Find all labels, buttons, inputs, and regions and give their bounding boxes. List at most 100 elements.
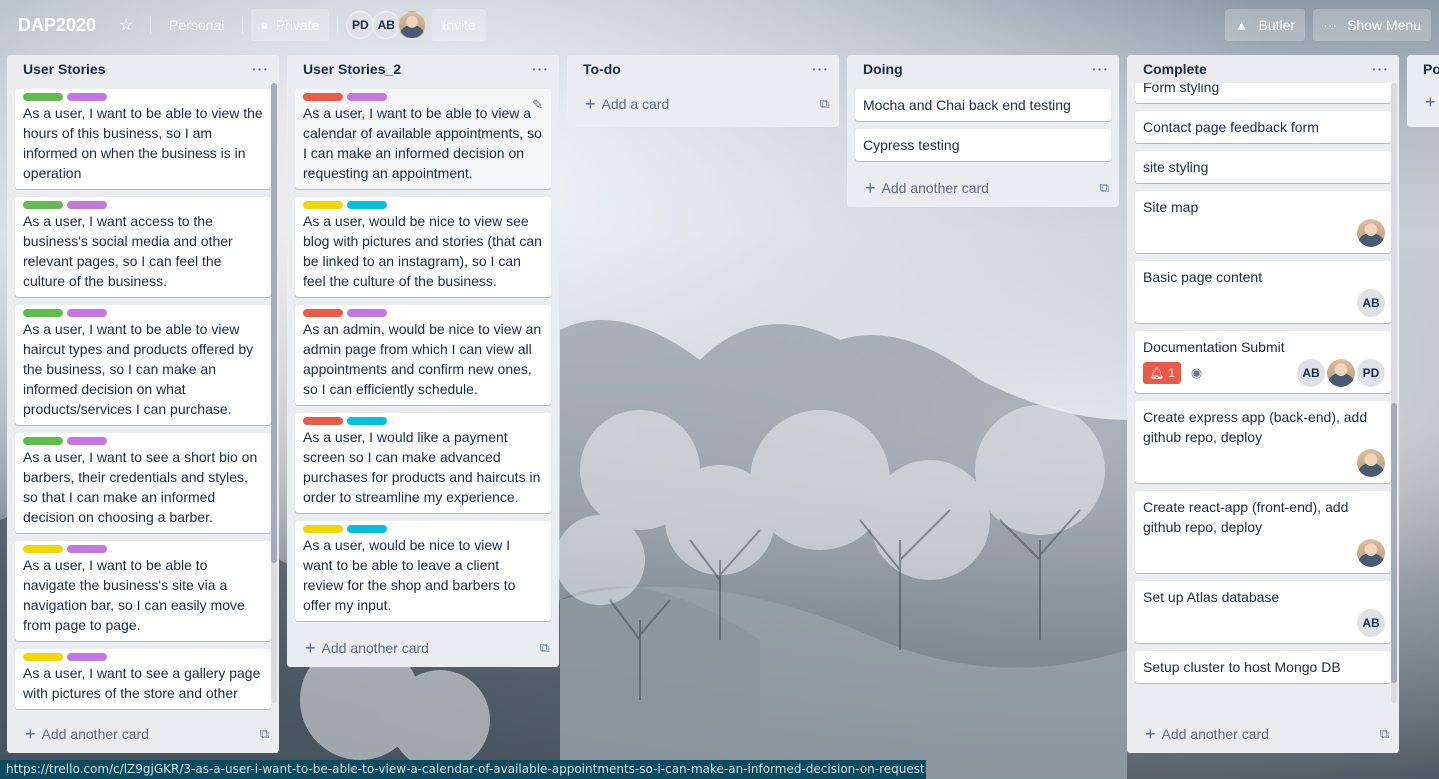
member-avatar[interactable]: PD: [1357, 359, 1385, 387]
card[interactable]: As a user, I want to be able to navigate…: [15, 541, 271, 641]
template-icon[interactable]: ⧉: [540, 640, 549, 656]
list-menu-icon[interactable]: ···: [1092, 61, 1109, 77]
card[interactable]: Set up Atlas database AB: [1135, 581, 1391, 643]
add-card-button[interactable]: + Add a card ⧉: [567, 85, 839, 123]
add-card-button[interactable]: + Add another card ⧉: [1127, 715, 1399, 753]
card[interactable]: As a user, I would like a payment screen…: [295, 413, 551, 513]
list-scrollbar[interactable]: [1391, 83, 1397, 703]
add-card-button[interactable]: + Add another card ⧉: [7, 715, 279, 753]
add-card-button[interactable]: +: [1407, 83, 1439, 121]
list-title[interactable]: To-do: [583, 61, 621, 77]
board-title[interactable]: DAP2020: [10, 9, 104, 42]
add-card-button[interactable]: + Add another card ⧉: [287, 629, 559, 667]
list-menu-icon[interactable]: ···: [532, 61, 549, 77]
label-purple[interactable]: [67, 93, 107, 101]
scrollbar-thumb[interactable]: [271, 83, 277, 563]
label-purple[interactable]: [347, 309, 387, 317]
card-list[interactable]: ✎ As a user, I want to be able to view a…: [287, 83, 559, 629]
list-header[interactable]: To-do ···: [567, 55, 839, 83]
label-red[interactable]: [303, 309, 343, 317]
member-avatar[interactable]: AB: [1297, 359, 1325, 387]
card-list[interactable]: Mocha and Chai back end testing Cypress …: [847, 83, 1119, 169]
card[interactable]: As a user, I want access to the business…: [15, 197, 271, 297]
label-green[interactable]: [23, 309, 63, 317]
list-title[interactable]: Po: [1423, 61, 1439, 77]
list-scrollbar[interactable]: [271, 83, 277, 703]
butler-button[interactable]: ▲ Butler: [1224, 9, 1306, 41]
member-avatar-photo[interactable]: [1357, 219, 1385, 247]
member-avatar[interactable]: PD: [346, 11, 375, 39]
label-yellow[interactable]: [23, 545, 63, 553]
card[interactable]: Mocha and Chai back end testing: [855, 89, 1111, 121]
member-avatar[interactable]: AB: [1357, 289, 1385, 317]
card[interactable]: ✎ As a user, I want to be able to view a…: [295, 89, 551, 189]
card[interactable]: As a user, I want to see a short bio on …: [15, 433, 271, 533]
visibility-button[interactable]: 🔒︎ Private: [251, 9, 330, 41]
list-header[interactable]: Complete ···: [1127, 55, 1399, 83]
label-red[interactable]: [303, 93, 343, 101]
label-yellow[interactable]: [303, 525, 343, 533]
label-green[interactable]: [23, 437, 63, 445]
card[interactable]: As a user, would be nice to view see blo…: [295, 197, 551, 297]
label-green[interactable]: [23, 201, 63, 209]
card[interactable]: Form styling: [1135, 83, 1391, 103]
card[interactable]: As a user, I want to see a gallery page …: [15, 649, 271, 709]
list-menu-icon[interactable]: ···: [252, 61, 269, 77]
member-avatar-photo[interactable]: [398, 11, 427, 39]
add-card-button[interactable]: + Add another card ⧉: [847, 169, 1119, 207]
list-header[interactable]: User Stories ···: [7, 55, 279, 83]
list-header[interactable]: Doing ···: [847, 55, 1119, 83]
workspace-button[interactable]: Personal: [159, 9, 234, 41]
list-title[interactable]: Complete: [1143, 61, 1207, 77]
card[interactable]: Site map: [1135, 191, 1391, 253]
list-menu-icon[interactable]: ···: [1372, 61, 1389, 77]
list-header[interactable]: User Stories_2 ···: [287, 55, 559, 83]
label-purple[interactable]: [67, 545, 107, 553]
card[interactable]: site styling: [1135, 151, 1391, 183]
label-purple[interactable]: [67, 201, 107, 209]
card[interactable]: Contact page feedback form: [1135, 111, 1391, 143]
card[interactable]: As a user, I want to be able to view hai…: [15, 305, 271, 425]
card-list[interactable]: As a user, I want to be able to view the…: [7, 83, 279, 715]
list-menu-icon[interactable]: ···: [812, 61, 829, 77]
label-yellow[interactable]: [23, 653, 63, 661]
member-avatar[interactable]: AB: [1357, 609, 1385, 637]
member-avatar-photo[interactable]: [1357, 449, 1385, 477]
label-green[interactable]: [23, 93, 63, 101]
card[interactable]: As a user, would be nice to view I want …: [295, 521, 551, 621]
pencil-icon[interactable]: ✎: [532, 95, 543, 115]
notification-badge[interactable]: 🔔︎ 1: [1143, 362, 1181, 384]
label-purple[interactable]: [67, 653, 107, 661]
list-title[interactable]: User Stories: [23, 61, 105, 77]
template-icon[interactable]: ⧉: [1380, 726, 1389, 742]
label-purple[interactable]: [67, 309, 107, 317]
template-icon[interactable]: ⧉: [1100, 180, 1109, 196]
member-avatar[interactable]: AB: [372, 11, 401, 39]
card[interactable]: As an admin, would be nice to view an ad…: [295, 305, 551, 405]
card[interactable]: Setup cluster to host Mongo DB: [1135, 651, 1391, 683]
template-icon[interactable]: ⧉: [820, 96, 829, 112]
label-yellow[interactable]: [303, 201, 343, 209]
list-header[interactable]: Po: [1407, 55, 1439, 83]
member-avatar-photo[interactable]: [1357, 539, 1385, 567]
invite-button[interactable]: Invite: [432, 9, 486, 41]
member-avatar-photo[interactable]: [1327, 359, 1355, 387]
card[interactable]: Documentation Submit 🔔︎ 1 ◉ AB PD: [1135, 331, 1391, 393]
star-icon[interactable]: ☆: [110, 9, 142, 41]
scrollbar-thumb[interactable]: [1391, 403, 1397, 683]
label-purple[interactable]: [67, 437, 107, 445]
card[interactable]: As a user, I want to be able to view the…: [15, 89, 271, 189]
label-sky[interactable]: [347, 525, 387, 533]
label-sky[interactable]: [347, 417, 387, 425]
card[interactable]: Cypress testing: [855, 129, 1111, 161]
card[interactable]: Basic page content AB: [1135, 261, 1391, 323]
label-purple[interactable]: [347, 93, 387, 101]
list-title[interactable]: Doing: [863, 61, 903, 77]
list-title[interactable]: User Stories_2: [303, 61, 401, 77]
card[interactable]: Create react-app (front-end), add github…: [1135, 491, 1391, 573]
label-red[interactable]: [303, 417, 343, 425]
card-list[interactable]: Form styling Contact page feedback form …: [1127, 83, 1399, 715]
label-sky[interactable]: [347, 201, 387, 209]
card[interactable]: Create express app (back-end), add githu…: [1135, 401, 1391, 483]
show-menu-button[interactable]: ··· Show Menu: [1313, 9, 1431, 41]
